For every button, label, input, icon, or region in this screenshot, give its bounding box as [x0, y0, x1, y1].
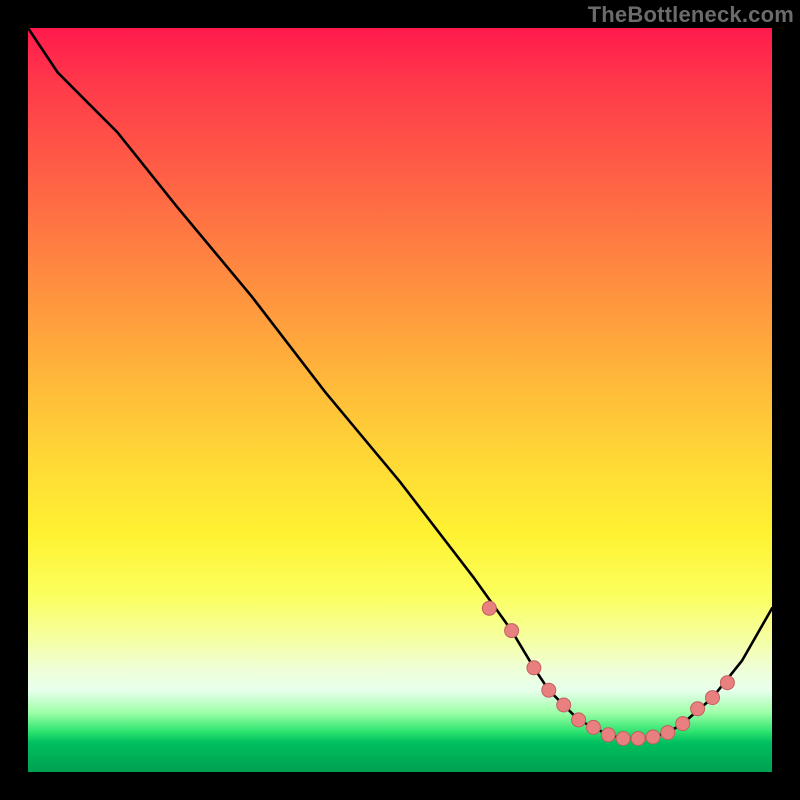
curve-marker	[586, 720, 600, 734]
curve-layer	[28, 28, 772, 772]
curve-marker	[706, 691, 720, 705]
curve-marker	[646, 730, 660, 744]
curve-marker	[661, 726, 675, 740]
curve-marker	[557, 698, 571, 712]
curve-markers	[482, 601, 734, 745]
curve-marker	[676, 717, 690, 731]
curve-marker	[527, 661, 541, 675]
curve-marker	[542, 683, 556, 697]
curve-marker	[572, 713, 586, 727]
chart-stage: TheBottleneck.com	[0, 0, 800, 800]
curve-marker	[631, 732, 645, 746]
watermark-text: TheBottleneck.com	[588, 4, 794, 26]
bottleneck-curve	[28, 28, 772, 739]
curve-marker	[616, 732, 630, 746]
curve-marker	[691, 702, 705, 716]
curve-marker	[720, 676, 734, 690]
plot-area	[28, 28, 772, 772]
curve-marker	[601, 728, 615, 742]
curve-marker	[482, 601, 496, 615]
curve-marker	[505, 624, 519, 638]
